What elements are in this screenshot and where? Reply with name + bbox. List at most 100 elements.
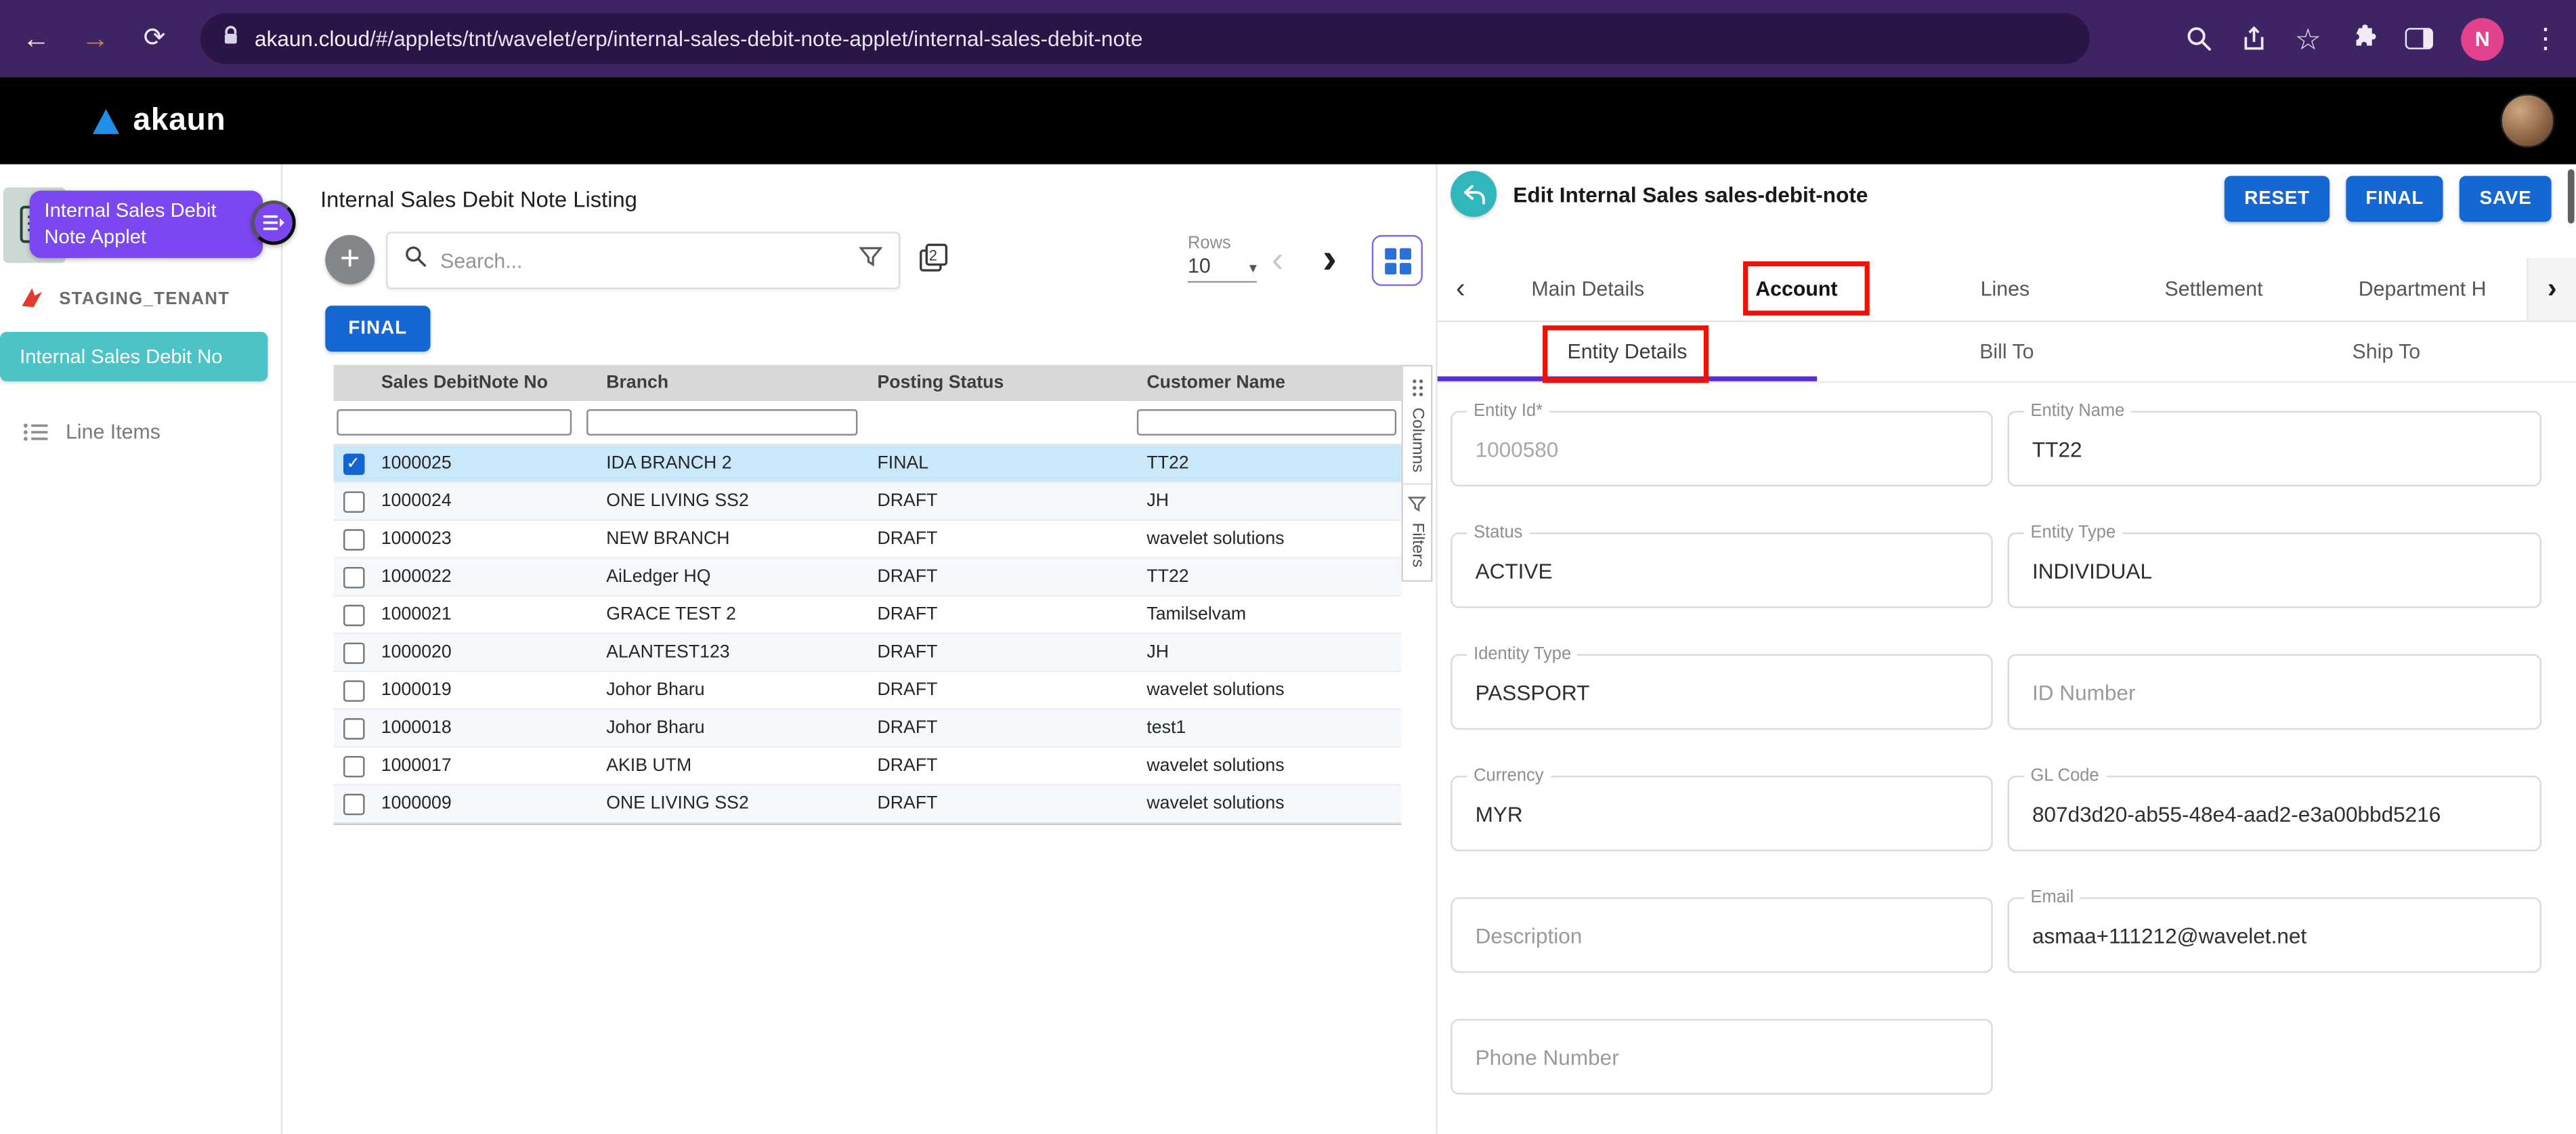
column-header-customer-name[interactable]: Customer Name	[1132, 373, 1402, 393]
table-row[interactable]: 1000018 Johor Bharu DRAFT test1	[333, 710, 1401, 748]
tab-lines[interactable]: Lines	[1901, 278, 2109, 301]
phone-number-field[interactable]: Phone Number	[1451, 1019, 1993, 1095]
sidebar-item-line-items[interactable]: Line Items	[23, 421, 160, 444]
funnel-icon	[1408, 497, 1426, 513]
row-checkbox[interactable]	[343, 793, 364, 815]
filter-input-customer-name[interactable]	[1137, 409, 1396, 436]
row-checkbox[interactable]	[343, 717, 364, 739]
description-field[interactable]: Description	[1451, 898, 1993, 973]
multi-select-view-icon[interactable]: 2	[918, 243, 948, 281]
row-checkbox[interactable]	[343, 490, 364, 512]
tab-department[interactable]: Department H	[2318, 278, 2527, 301]
cell-no: 1000023	[373, 529, 582, 549]
browser-profile-avatar[interactable]: N	[2461, 17, 2504, 60]
table-row[interactable]: 1000024 ONE LIVING SS2 DRAFT JH	[333, 483, 1401, 521]
subtab-entity-details[interactable]: Entity Details	[1438, 322, 1817, 381]
column-header-branch[interactable]: Branch	[582, 373, 853, 393]
browser-reload-icon[interactable]: ⟳	[135, 26, 174, 52]
line-items-label: Line Items	[66, 421, 160, 444]
table-row[interactable]: 1000022 AiLedger HQ DRAFT TT22	[333, 559, 1401, 597]
entity-id-field[interactable]: Entity Id* 1000580	[1451, 411, 1993, 487]
entity-type-field[interactable]: Entity Type INDIVIDUAL	[2008, 532, 2541, 608]
back-button[interactable]	[1451, 171, 1497, 217]
akaun-logo-icon	[90, 106, 121, 135]
rows-per-page-select[interactable]: 10 ▾	[1188, 255, 1257, 282]
columns-strip-button[interactable]: Columns	[1403, 366, 1431, 484]
status-field[interactable]: Status ACTIVE	[1451, 532, 1993, 608]
id-number-field[interactable]: ID Number	[2008, 654, 2541, 730]
row-checkbox[interactable]	[343, 642, 364, 663]
add-record-button[interactable]: +	[325, 235, 374, 285]
row-checkbox[interactable]	[343, 755, 364, 777]
column-header-posting-status[interactable]: Posting Status	[853, 373, 1132, 393]
share-icon[interactable]	[2241, 26, 2267, 52]
row-checkbox[interactable]	[343, 679, 364, 701]
table-row[interactable]: 1000021 GRACE TEST 2 DRAFT Tamilselvam	[333, 597, 1401, 635]
filter-input-debit-note-no[interactable]	[337, 409, 572, 436]
column-header-no[interactable]: Sales DebitNote No	[373, 373, 582, 393]
row-checkbox[interactable]	[343, 604, 364, 626]
cell-customer: wavelet solutions	[1132, 529, 1402, 549]
reply-arrow-icon	[1461, 184, 1486, 205]
table-row[interactable]: 1000023 NEW BRANCH DRAFT wavelet solutio…	[333, 521, 1401, 559]
subtab-bill-to[interactable]: Bill To	[1817, 322, 2196, 381]
row-checkbox[interactable]: ✓	[343, 453, 364, 474]
zoom-icon[interactable]	[2185, 24, 2212, 52]
filters-strip-button[interactable]: Filters	[1403, 484, 1431, 579]
cell-status: DRAFT	[853, 491, 1132, 511]
tabs-scroll-right-icon[interactable]: ›	[2527, 258, 2576, 320]
cell-branch: GRACE TEST 2	[582, 605, 853, 625]
tenant-item[interactable]: STAGING_TENANT	[20, 286, 230, 310]
applet-title[interactable]: Internal Sales Debit Note Applet	[30, 190, 263, 258]
table-row[interactable]: 1000020 ALANTEST123 DRAFT JH	[333, 634, 1401, 672]
currency-label: Currency	[1467, 766, 1550, 786]
save-button[interactable]: SAVE	[2460, 176, 2552, 222]
row-checkbox[interactable]	[343, 566, 364, 588]
bookmark-star-icon[interactable]: ☆	[2295, 24, 2321, 54]
search-box[interactable]	[386, 232, 900, 289]
side-panel-icon[interactable]	[2405, 28, 2433, 49]
gl-code-field[interactable]: GL Code 807d3d20-ab55-48e4-aad2-e3a00bbd…	[2008, 776, 2541, 852]
previous-page-icon[interactable]: ‹	[1272, 242, 1284, 278]
search-input[interactable]	[440, 249, 846, 272]
tab-account[interactable]: Account	[1692, 278, 1901, 301]
grid-view-button[interactable]	[1372, 235, 1423, 286]
extensions-puzzle-icon[interactable]	[2349, 24, 2377, 52]
row-checkbox[interactable]	[343, 528, 364, 550]
browser-forward-icon[interactable]: →	[76, 24, 115, 52]
currency-field[interactable]: Currency MYR	[1451, 776, 1993, 852]
scrollbar-thumb[interactable]	[2568, 169, 2575, 224]
tabs-scroll-left-icon[interactable]: ‹	[1438, 273, 1484, 306]
cell-status: DRAFT	[853, 567, 1132, 587]
reset-button[interactable]: RESET	[2225, 176, 2330, 222]
next-page-icon[interactable]: ›	[1323, 236, 1337, 279]
table-row[interactable]: 1000017 AKIB UTM DRAFT wavelet solutions	[333, 748, 1401, 786]
table-row[interactable]: 1000009 ONE LIVING SS2 DRAFT wavelet sol…	[333, 786, 1401, 824]
cell-no: 1000009	[373, 794, 582, 814]
tab-settlement[interactable]: Settlement	[2109, 278, 2318, 301]
user-avatar[interactable]	[2500, 93, 2554, 148]
table-row[interactable]: ✓ 1000025 IDA BRANCH 2 FINAL TT22	[333, 445, 1401, 483]
email-field[interactable]: Email asmaa+111212@wavelet.net	[2008, 898, 2541, 973]
filter-input-branch[interactable]	[586, 409, 857, 436]
cell-customer: test1	[1132, 718, 1402, 738]
menu-open-icon	[262, 213, 285, 232]
browser-menu-icon[interactable]: ⋮	[2531, 24, 2559, 52]
sidebar-item-internal-sales-debit-note[interactable]: Internal Sales Debit No	[0, 332, 267, 381]
browser-back-icon[interactable]: ←	[16, 24, 56, 52]
search-filter-funnel-icon[interactable]	[859, 246, 882, 276]
tenant-name: STAGING_TENANT	[59, 289, 230, 308]
cell-branch: NEW BRANCH	[582, 529, 853, 549]
cell-no: 1000021	[373, 605, 582, 625]
identity-type-field[interactable]: Identity Type PASSPORT	[1451, 654, 1993, 730]
applet-menu-button[interactable]	[251, 201, 296, 245]
subtab-ship-to[interactable]: Ship To	[2197, 322, 2576, 381]
list-icon	[23, 422, 49, 442]
listing-title: Internal Sales Debit Note Listing	[320, 188, 637, 212]
address-bar[interactable]: akaun.cloud/#/applets/tnt/wavelet/erp/in…	[200, 13, 2090, 64]
table-row[interactable]: 1000019 Johor Bharu DRAFT wavelet soluti…	[333, 672, 1401, 710]
tab-main-details[interactable]: Main Details	[1484, 278, 1692, 301]
listing-final-button[interactable]: FINAL	[325, 306, 430, 352]
entity-name-field[interactable]: Entity Name TT22	[2008, 411, 2541, 487]
final-button[interactable]: FINAL	[2346, 176, 2443, 222]
